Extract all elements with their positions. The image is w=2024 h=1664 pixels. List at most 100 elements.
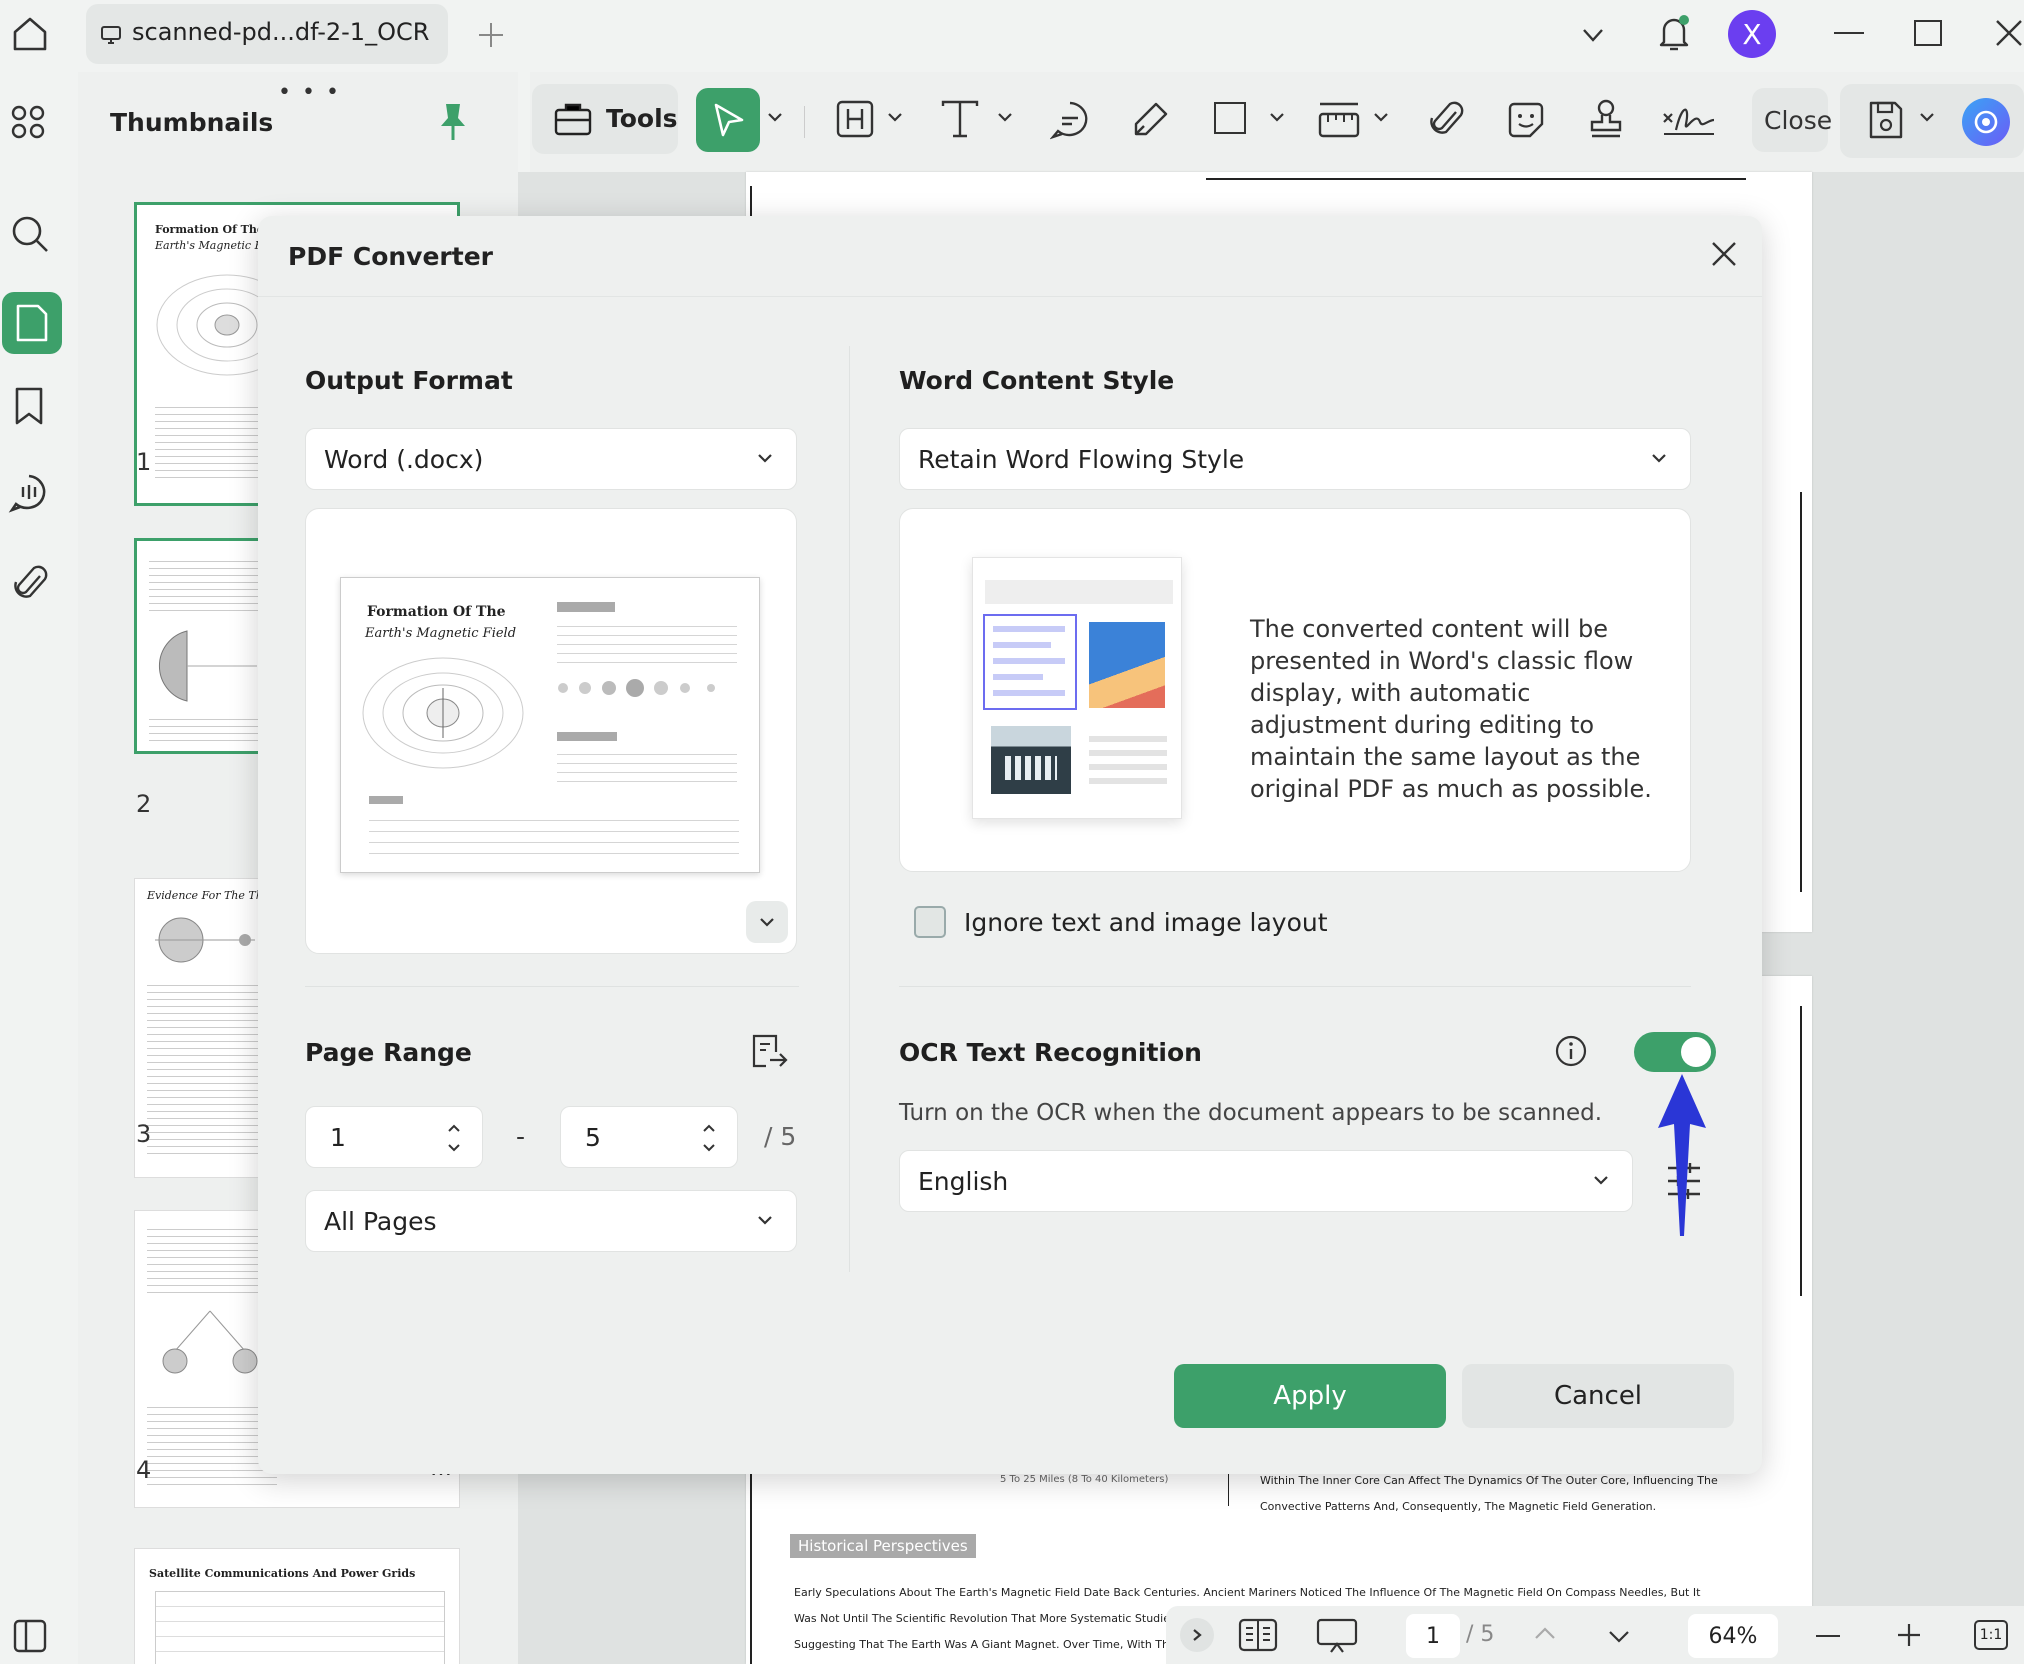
chevron-down-icon [758, 1216, 772, 1225]
maximize-icon[interactable] [1914, 20, 1942, 46]
reading-mode-icon[interactable] [1238, 1618, 1278, 1652]
presentation-icon[interactable] [1316, 1618, 1358, 1654]
cancel-button[interactable]: Cancel [1462, 1364, 1734, 1428]
tools-label: Tools [606, 104, 678, 133]
chevron-down-icon[interactable] [886, 110, 904, 124]
bookmark-icon[interactable] [14, 386, 44, 426]
close-window-icon[interactable] [1994, 18, 2024, 48]
stamp-icon[interactable] [1586, 98, 1626, 140]
toolbar-divider [804, 106, 805, 138]
annotation-arrow-icon [1654, 1072, 1710, 1240]
word-style-value: Retain Word Flowing Style [918, 444, 1245, 474]
page-range-from-input[interactable]: 1 [305, 1106, 483, 1168]
thumbnail-page-number: 2 [136, 790, 152, 818]
title-bar: scanned-pd...df-2-1_OCR X [0, 0, 2024, 72]
previous-page-icon[interactable] [1532, 1624, 1558, 1642]
info-icon[interactable] [1554, 1034, 1588, 1068]
ai-assistant-icon[interactable] [1962, 98, 2010, 146]
ocr-hint: Turn on the OCR when the document appear… [899, 1100, 1603, 1126]
comment-tool-icon[interactable] [1050, 100, 1090, 140]
thumb-page-title: Evidence For The The [147, 889, 270, 902]
sidebar-toggle-icon[interactable] [12, 1618, 48, 1654]
page-subset-select[interactable]: All Pages [305, 1190, 797, 1252]
monitor-icon [100, 24, 122, 46]
preview-title: Formation Of The [367, 604, 506, 620]
sticker-icon[interactable] [1506, 100, 1546, 140]
word-style-preview-card: The converted content will be presented … [899, 508, 1691, 872]
doc-text-line: Within The Inner Core Can Affect The Dyn… [1260, 1474, 1718, 1487]
highlighter-icon[interactable] [1130, 100, 1170, 140]
preview-page: Formation Of The Earth's Magnetic Field [340, 577, 760, 873]
chevron-down-icon[interactable] [1918, 110, 1936, 124]
thumb-page-title: Satellite Communications And Power Grids [149, 1567, 416, 1580]
word-content-style-label: Word Content Style [899, 366, 1175, 395]
text-tool-icon[interactable] [940, 100, 980, 138]
page-range-label: Page Range [305, 1038, 472, 1067]
page-range-to-input[interactable]: 5 [560, 1106, 738, 1168]
close-dialog-icon[interactable] [1710, 240, 1738, 268]
page-number-input[interactable]: 1 [1406, 1614, 1460, 1658]
actual-size-icon[interactable]: 1:1 [1974, 1620, 2008, 1650]
tools-button[interactable]: Tools [532, 84, 678, 154]
chevron-down-icon[interactable] [1268, 110, 1286, 124]
zoom-level[interactable]: 64% [1688, 1614, 1778, 1658]
apps-grid-icon[interactable] [10, 104, 46, 140]
range-dash: - [516, 1122, 526, 1151]
output-format-select[interactable]: Word (.docx) [305, 428, 797, 490]
comment-icon[interactable] [8, 472, 50, 514]
dialog-title: PDF Converter [288, 242, 493, 271]
chevron-down-icon[interactable] [996, 110, 1014, 124]
building-image [991, 726, 1071, 794]
toolbox-icon [554, 102, 592, 136]
chevron-down-icon [760, 918, 774, 927]
zoom-out-icon[interactable] [1816, 1635, 1840, 1637]
ocr-language-value: English [918, 1166, 1009, 1196]
expand-arrow-icon[interactable] [1180, 1618, 1214, 1652]
ocr-language-select[interactable]: English [899, 1150, 1633, 1212]
spinner-arrows-icon[interactable] [446, 1121, 462, 1155]
main-toolbar: Tools Close [530, 72, 2024, 172]
chevron-down-icon[interactable] [1580, 22, 1606, 48]
doc-partial-text: 5 To 25 Miles (8 To 40 Kilometers) [1000, 1474, 1169, 1485]
heading-icon[interactable] [836, 100, 874, 138]
drag-handle[interactable]: • • • [278, 80, 341, 105]
format-preview-card: Formation Of The Earth's Magnetic Field [305, 508, 797, 954]
word-content-style-select[interactable]: Retain Word Flowing Style [899, 428, 1691, 490]
notification-bell-icon[interactable] [1656, 12, 1692, 54]
ignore-layout-checkbox[interactable] [914, 906, 946, 938]
thumbnail-page-5[interactable]: Satellite Communications And Power Grids [134, 1548, 460, 1664]
ignore-layout-label: Ignore text and image layout [964, 908, 1328, 937]
thumbnails-panel-button[interactable] [2, 292, 62, 354]
chevron-down-icon[interactable] [1372, 110, 1390, 124]
image-placeholder [1089, 622, 1165, 708]
signature-icon[interactable] [1662, 100, 1716, 140]
left-rail [0, 72, 78, 1664]
ocr-toggle[interactable] [1634, 1032, 1716, 1072]
expand-preview-button[interactable] [746, 901, 788, 943]
apply-button[interactable]: Apply [1174, 1364, 1446, 1428]
status-bar: 1 / 5 64% 1:1 [1166, 1606, 2024, 1664]
page-total: / 5 [1466, 1622, 1495, 1647]
spinner-arrows-icon[interactable] [701, 1121, 717, 1155]
next-page-icon[interactable] [1606, 1628, 1632, 1646]
rectangle-tool-icon[interactable] [1214, 102, 1246, 134]
close-tools-button[interactable]: Close [1752, 88, 1832, 152]
page-range-swap-icon[interactable] [750, 1032, 788, 1072]
ruler-measure-icon[interactable] [1318, 100, 1360, 140]
chevron-down-icon[interactable] [766, 110, 784, 124]
thumbnails-title: Thumbnails [110, 108, 274, 137]
attachment-icon[interactable] [12, 562, 48, 604]
select-tool-button[interactable] [696, 88, 760, 152]
chevron-down-icon [1594, 1176, 1608, 1185]
user-avatar[interactable]: X [1728, 10, 1776, 58]
save-icon[interactable] [1868, 100, 1904, 140]
search-icon[interactable] [10, 214, 50, 254]
cursor-arrow-icon [712, 102, 746, 138]
home-icon[interactable] [10, 14, 50, 54]
pin-icon[interactable] [438, 102, 468, 142]
attachment-tool-icon[interactable] [1428, 100, 1464, 140]
minimize-icon[interactable] [1834, 32, 1864, 34]
zoom-in-icon[interactable] [1896, 1622, 1922, 1648]
doc-text-line: Convective Patterns And, Consequently, T… [1260, 1500, 1657, 1513]
new-tab-icon[interactable] [476, 20, 506, 50]
